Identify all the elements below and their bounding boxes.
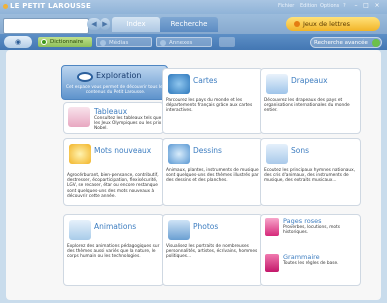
card-desc: Agrocérburant, bien-pensance, contributi… (67, 173, 159, 199)
minimize-button[interactable]: – (352, 2, 360, 10)
eye-icon[interactable]: ◉ (4, 36, 32, 48)
card-grammaire[interactable]: Grammaire Toutes les règles de base. (261, 251, 360, 280)
back-arrow-icon[interactable]: ◀ (87, 18, 101, 30)
menu-options[interactable]: Options (320, 3, 339, 9)
radio-off-icon (160, 40, 166, 46)
card-title: Drapeaux (291, 76, 328, 85)
menu-help[interactable]: ? (343, 3, 346, 9)
card-exploration[interactable]: Exploration Cet espace vous permet de dé… (61, 65, 168, 100)
globe-icon (168, 74, 190, 94)
app-logo: LE PETIT LAROUSSE (3, 2, 91, 10)
card-desc: Consultez les tableaux tels que les Jeux… (94, 116, 162, 131)
search-go-icon (372, 39, 380, 47)
filter-medias[interactable]: Médias (96, 37, 152, 47)
grammar-icon (265, 254, 279, 272)
speaker-icon (266, 144, 288, 164)
card-title: Sons (291, 146, 310, 155)
close-button[interactable]: × (373, 2, 381, 10)
card-pages-roses[interactable]: Pages roses Proverbes, locutions, mots h… (261, 215, 360, 244)
radio-on-icon (41, 39, 47, 45)
tab-recherche[interactable]: Recherche (160, 17, 218, 32)
advanced-search-button[interactable]: Recherche avancée (310, 37, 382, 48)
tab-index[interactable]: Index (112, 17, 160, 32)
exploration-eye-icon (77, 72, 93, 82)
search-input[interactable] (3, 18, 89, 34)
card-title: Pages roses (283, 217, 322, 225)
flag-icon (266, 74, 288, 94)
radio-off-icon (100, 40, 106, 46)
star-icon (69, 144, 91, 164)
table-icon (68, 107, 90, 127)
card-title: Mots nouveaux (94, 146, 152, 155)
card-title: Dessins (193, 146, 222, 155)
card-desc: Animaux, plantes, instruments de musique… (166, 168, 259, 184)
card-animations[interactable]: Animations Explorez des animations pédag… (63, 214, 164, 286)
card-desc: Visualisez les portraits de nombreuses p… (166, 244, 258, 260)
animation-icon (69, 220, 91, 240)
card-cartes[interactable]: Cartes Parcourez les pays du monde et le… (162, 68, 263, 134)
maximize-button[interactable]: □ (362, 2, 370, 10)
card-desc: Ecoutez les principaux hymnes nationaux,… (264, 168, 356, 184)
card-desc: Proverbes, locutions, mots historiques. (283, 225, 340, 235)
card-title: Grammaire (283, 253, 320, 261)
menu-edition[interactable]: Edition (300, 3, 317, 9)
card-desc: Cet espace vous permet de découvrir tous… (66, 85, 165, 95)
menu-fichier[interactable]: Fichier (278, 3, 294, 9)
card-sons[interactable]: Sons Ecoutez les principaux hymnes natio… (260, 138, 361, 206)
drawing-icon (168, 144, 190, 164)
card-desc: Découvrez les drapeaux des pays et organ… (264, 98, 350, 114)
card-title: Exploration (96, 71, 142, 80)
forward-arrow-icon[interactable]: ▶ (100, 18, 110, 30)
games-icon (294, 21, 300, 27)
card-dessins[interactable]: Dessins Animaux, plantes, instruments de… (162, 138, 263, 206)
card-desc: Explorez des animations pédagogiques sur… (67, 244, 160, 260)
card-drapeaux[interactable]: Drapeaux Découvrez les drapeaux des pays… (260, 68, 361, 134)
camera-icon (168, 220, 190, 240)
card-mots-nouveaux[interactable]: Mots nouveaux Agrocérburant, bien-pensan… (63, 138, 164, 206)
games-label: Jeux de lettres (303, 20, 350, 28)
card-title: Cartes (193, 76, 218, 85)
filter-dictionnaire[interactable]: Dictionnaire (38, 37, 92, 47)
filter-toggle-button[interactable] (219, 37, 235, 47)
card-stack-annexes: Pages roses Proverbes, locutions, mots h… (260, 214, 361, 286)
larousse-logo-icon (3, 3, 8, 9)
pages-roses-icon (265, 218, 279, 236)
card-desc: Parcourez les pays du monde et les dépar… (166, 98, 253, 114)
card-photos[interactable]: Photos Visualisez les portraits de nombr… (162, 214, 263, 286)
filter-annexes[interactable]: Annexes (156, 37, 212, 47)
card-desc: Toutes les règles de base. (283, 261, 339, 266)
games-button[interactable]: Jeux de lettres (286, 17, 380, 31)
card-title: Animations (94, 222, 137, 231)
card-title: Photos (193, 222, 219, 231)
card-tableaux[interactable]: Tableaux Consultez les tableaux tels que… (63, 102, 164, 134)
card-title: Tableaux (94, 107, 128, 116)
app-title: LE PETIT LAROUSSE (10, 2, 92, 10)
